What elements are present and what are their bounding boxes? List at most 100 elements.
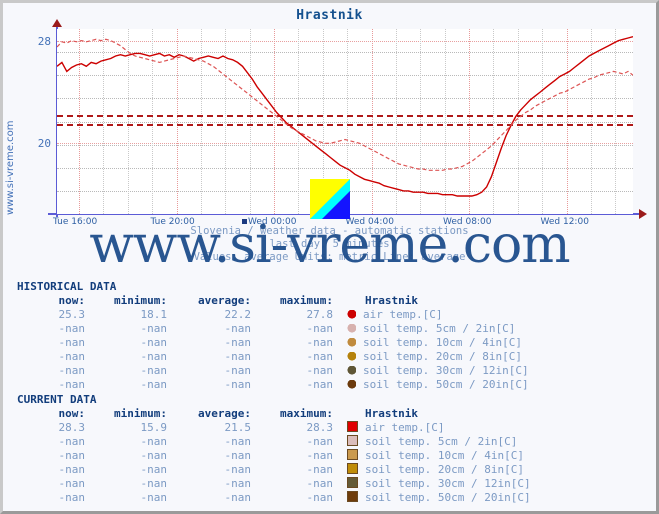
chart-subtitle-line-2: last day, 5 minutes <box>269 238 390 250</box>
cell-minimum: -nan <box>140 378 168 391</box>
legend-label: soil temp. 5cm / 2in[C] <box>363 322 516 335</box>
cell-now: -nan <box>58 435 86 448</box>
legend-color-swatch <box>347 491 358 502</box>
cell-minimum: -nan <box>140 322 168 335</box>
table-header-row: now: minimum: average: maximum: Hrastnik <box>17 294 535 308</box>
cell-minimum: -nan <box>140 336 168 349</box>
cell-maximum: -nan <box>306 477 334 490</box>
table-header-cell: minimum: <box>114 407 167 420</box>
cell-maximum: -nan <box>306 449 334 462</box>
legend-label: air temp.[C] <box>363 308 443 321</box>
cell-average: -nan <box>224 336 252 349</box>
cell-average: -nan <box>224 491 252 504</box>
legend-label: soil temp. 50cm / 20in[C] <box>365 491 531 504</box>
cell-maximum: -nan <box>306 322 334 335</box>
cell-now: -nan <box>58 322 86 335</box>
cell-maximum: -nan <box>306 491 334 504</box>
chart-subtitle-line-3: Values: average Units: metric Line: aver… <box>193 251 466 263</box>
cell-minimum: 15.9 <box>140 421 168 434</box>
cell-series-label: soil temp. 10cm / 4in[C] <box>339 449 537 463</box>
chart-subtitle-line-1: Slovenia / weather data - automatic stat… <box>190 225 469 237</box>
cell-now: 28.3 <box>58 421 86 434</box>
cell-average: -nan <box>224 477 252 490</box>
page-root: Hrastnik www.si-vreme.com 20 28 Tue 16:00… <box>0 0 659 514</box>
x-axis-day-marker <box>242 219 247 224</box>
series-line <box>57 38 633 171</box>
table-row: -nan -nan -nan -nan soil temp. 5cm / 2in[C] <box>17 322 535 336</box>
cell-series-label: soil temp. 50cm / 20in[C] <box>339 378 535 392</box>
legend-label: soil temp. 10cm / 4in[C] <box>363 336 522 349</box>
cell-series-label: soil temp. 20cm / 8in[C] <box>339 463 537 477</box>
cell-average: -nan <box>224 364 252 377</box>
table-header-cell: maximum: <box>280 407 333 420</box>
table-row: -nan -nan -nan -nan soil temp. 10cm / 4in[C] <box>17 449 537 463</box>
cell-average: -nan <box>224 463 252 476</box>
site-vertical-label: www.si-vreme.com <box>5 120 16 215</box>
legend-color-swatch <box>347 366 356 375</box>
table-row: 28.3 15.9 21.5 28.3 air temp.[C] <box>17 421 537 435</box>
legend-color-swatch <box>347 324 356 333</box>
legend-color-swatch <box>347 338 356 347</box>
legend-color-swatch <box>347 435 358 446</box>
cell-series-label: soil temp. 30cm / 12in[C] <box>339 477 537 491</box>
cell-series-label: air temp.[C] <box>339 308 535 322</box>
table-row: -nan -nan -nan -nan soil temp. 50cm / 20in[C… <box>17 491 537 505</box>
cell-maximum: 28.3 <box>306 421 334 434</box>
cell-series-label: air temp.[C] <box>339 421 537 435</box>
table-header-cell: now: <box>58 407 86 420</box>
cell-now: -nan <box>58 336 86 349</box>
legend-color-swatch <box>347 477 358 488</box>
legend-color-swatch <box>347 310 356 319</box>
table-header-cell: maximum: <box>280 294 333 307</box>
cell-average: -nan <box>224 449 252 462</box>
cell-average: 22.2 <box>224 308 252 321</box>
table-row: -nan -nan -nan -nan soil temp. 10cm / 4in[C] <box>17 336 535 350</box>
chart-panel: Hrastnik www.si-vreme.com 20 28 Tue 16:00… <box>3 3 656 275</box>
legend-color-swatch <box>347 449 358 460</box>
cell-maximum: -nan <box>306 350 334 363</box>
cell-average: -nan <box>224 322 252 335</box>
table-row: -nan -nan -nan -nan soil temp. 5cm / 2in[C] <box>17 435 537 449</box>
data-tables: HISTORICAL DATA now: minimum: average: maxim… <box>3 279 656 505</box>
legend-label: soil temp. 5cm / 2in[C] <box>365 435 518 448</box>
legend-label: soil temp. 20cm / 8in[C] <box>363 350 522 363</box>
data-table-historical: now: minimum: average: maximum: Hrastnik 25.3… <box>17 294 535 392</box>
legend-label: soil temp. 20cm / 8in[C] <box>365 463 524 476</box>
cell-average: 21.5 <box>224 421 252 434</box>
legend-label: soil temp. 30cm / 12in[C] <box>363 364 529 377</box>
legend-color-swatch <box>347 380 356 389</box>
cell-average: -nan <box>224 435 252 448</box>
cell-average: -nan <box>224 378 252 391</box>
cell-now: -nan <box>58 463 86 476</box>
cell-minimum: -nan <box>140 477 168 490</box>
cell-series-label: soil temp. 50cm / 20in[C] <box>339 491 537 505</box>
cell-minimum: -nan <box>140 435 168 448</box>
table-header-cell: Hrastnik <box>365 407 418 420</box>
chart-subtitle: Slovenia / weather data - automatic stat… <box>3 225 656 264</box>
si-vreme-logo-icon <box>310 179 350 219</box>
cell-maximum: -nan <box>306 364 334 377</box>
cell-series-label: soil temp. 5cm / 2in[C] <box>339 435 537 449</box>
table-row: -nan -nan -nan -nan soil temp. 20cm / 8in[C] <box>17 463 537 477</box>
section-title-historical: HISTORICAL DATA <box>17 280 117 293</box>
legend-label: soil temp. 50cm / 20in[C] <box>363 378 529 391</box>
chart-title: Hrastnik <box>296 8 363 23</box>
cell-maximum: 27.8 <box>306 308 334 321</box>
cell-now: -nan <box>58 449 86 462</box>
cell-maximum: -nan <box>306 435 334 448</box>
cell-now: 25.3 <box>58 308 86 321</box>
y-axis-tick-label: 20 <box>37 137 51 151</box>
cell-minimum: -nan <box>140 449 168 462</box>
legend-label: soil temp. 10cm / 4in[C] <box>365 449 524 462</box>
cell-now: -nan <box>58 378 86 391</box>
cell-minimum: -nan <box>140 463 168 476</box>
table-row: -nan -nan -nan -nan soil temp. 30cm / 12in[C… <box>17 477 537 491</box>
table-header-cell: minimum: <box>114 294 167 307</box>
legend-color-swatch <box>347 463 358 474</box>
x-axis-arrow-icon <box>639 209 647 219</box>
cell-series-label: soil temp. 20cm / 8in[C] <box>339 350 535 364</box>
cell-minimum: -nan <box>140 350 168 363</box>
cell-minimum: -nan <box>140 491 168 504</box>
table-row: 25.3 18.1 22.2 27.8 air temp.[C] <box>17 308 535 322</box>
y-axis-tick-label: 28 <box>37 34 51 48</box>
